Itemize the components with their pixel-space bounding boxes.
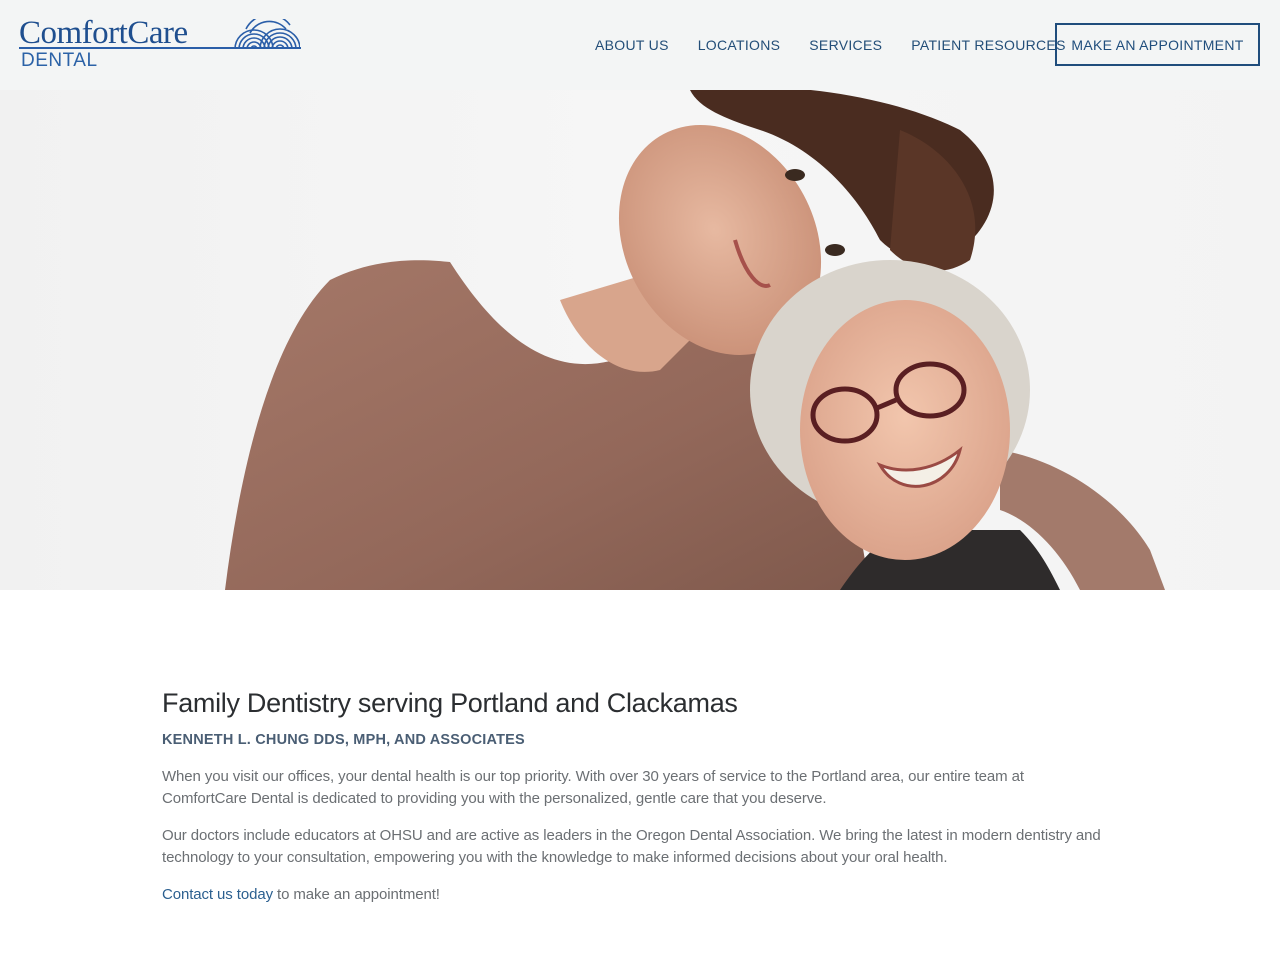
arches-logo-icon (234, 19, 300, 49)
nav-services[interactable]: SERVICES (809, 37, 882, 53)
page-title: Family Dentistry serving Portland and Cl… (162, 688, 738, 718)
nav-locations[interactable]: LOCATIONS (698, 37, 781, 53)
logo-subtitle: DENTAL (21, 50, 98, 71)
contact-us-link[interactable]: Contact us today (162, 886, 273, 903)
logo-rule (19, 47, 301, 49)
contact-text: to make an appointment! (272, 886, 440, 903)
hero-photo-illustration (225, 90, 1165, 590)
logo-wordmark: ComfortCare (19, 15, 188, 51)
contact-paragraph: Contact us today to make an appointment! (162, 884, 1112, 906)
practice-subtitle: KENNETH L. CHUNG DDS, MPH, AND ASSOCIATE… (162, 732, 525, 748)
doctors-paragraph: Our doctors include educators at OHSU an… (162, 827, 1101, 866)
main-nav: ABOUT US LOCATIONS SERVICES PATIENT RESO… (595, 0, 1066, 90)
nav-patient-resources[interactable]: PATIENT RESOURCES (911, 37, 1065, 53)
hero-image (0, 90, 1280, 590)
intro-paragraph: When you visit our offices, your dental … (162, 768, 1024, 807)
site-header: ComfortCare DENTAL ABOUT US LOCATIONS SE (0, 0, 1280, 90)
main-content: Family Dentistry serving Portland and Cl… (162, 686, 1112, 906)
make-appointment-button[interactable]: MAKE AN APPOINTMENT (1055, 23, 1260, 66)
nav-about-us[interactable]: ABOUT US (595, 37, 669, 53)
logo[interactable]: ComfortCare DENTAL (19, 16, 301, 72)
